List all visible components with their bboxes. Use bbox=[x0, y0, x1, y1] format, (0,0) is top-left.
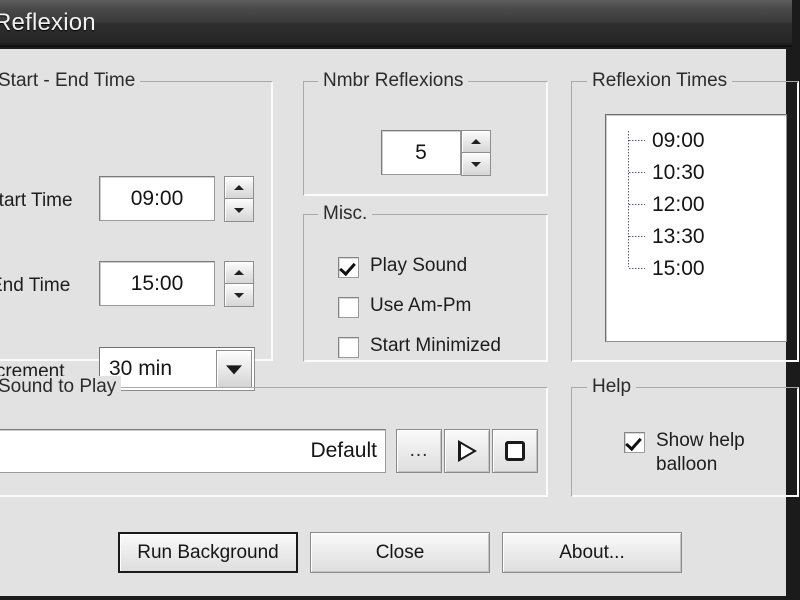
reflexion-dialog: Reflexion Start - End Time Start Time 09… bbox=[0, 0, 800, 600]
tree-item[interactable]: 15:00 bbox=[628, 253, 786, 285]
checkbox-show-help-balloon-label: Show help balloon bbox=[656, 429, 778, 477]
checkbox-play-sound-label: Play Sound bbox=[370, 254, 467, 278]
nmbr-reflexions-spinner-down[interactable] bbox=[461, 153, 491, 176]
group-legend-help: Help bbox=[587, 376, 636, 398]
end-time-spinner-down[interactable] bbox=[224, 284, 254, 307]
checkbox-play-sound-box[interactable] bbox=[338, 257, 359, 278]
increment-combobox[interactable]: 30 min bbox=[99, 347, 255, 391]
stop-square-icon bbox=[505, 441, 525, 461]
checkbox-play-sound[interactable]: Play Sound bbox=[338, 254, 467, 278]
end-time-spinner[interactable] bbox=[224, 261, 254, 307]
stop-sound-button[interactable] bbox=[492, 429, 538, 473]
tree-item-label: 13:30 bbox=[652, 225, 705, 249]
reflexion-times-tree: 09:00 10:30 12:00 13:30 15:00 bbox=[628, 125, 786, 285]
start-time-spinner[interactable] bbox=[224, 176, 254, 222]
end-time-input[interactable]: 15:00 bbox=[99, 261, 215, 306]
start-time-input[interactable]: 09:00 bbox=[99, 176, 215, 221]
checkbox-start-minimized-label: Start Minimized bbox=[370, 334, 501, 358]
group-legend-nmbr-reflexions: Nmbr Reflexions bbox=[318, 70, 468, 92]
tree-item-label: 09:00 bbox=[652, 129, 705, 153]
tree-branch-line bbox=[629, 268, 645, 269]
start-time-spinner-up[interactable] bbox=[224, 176, 254, 199]
dialog-body: Start - End Time Start Time 09:00 End Ti… bbox=[0, 49, 790, 597]
group-legend-sound-to-play: Sound to Play bbox=[0, 376, 121, 398]
tree-branch-line bbox=[629, 172, 645, 173]
reflexion-times-treeview[interactable]: 09:00 10:30 12:00 13:30 15:00 bbox=[605, 114, 787, 342]
run-background-button[interactable]: Run Background bbox=[118, 532, 298, 573]
nmbr-reflexions-input[interactable]: 5 bbox=[381, 130, 461, 175]
label-end-time: End Time bbox=[0, 275, 70, 297]
checkbox-show-help-balloon-box[interactable] bbox=[624, 432, 645, 453]
group-legend-start-end-time: Start - End Time bbox=[0, 70, 140, 92]
tree-branch-line bbox=[629, 204, 645, 205]
tree-item-label: 15:00 bbox=[652, 257, 705, 281]
group-legend-misc: Misc. bbox=[318, 203, 372, 225]
tree-item-label: 12:00 bbox=[652, 193, 705, 217]
checkbox-use-am-pm[interactable]: Use Am-Pm bbox=[338, 294, 471, 318]
tree-item[interactable]: 10:30 bbox=[628, 157, 786, 189]
start-time-spinner-down[interactable] bbox=[224, 199, 254, 222]
nmbr-reflexions-spinner[interactable] bbox=[461, 130, 491, 176]
checkbox-start-minimized-box[interactable] bbox=[338, 337, 359, 358]
sound-path-input[interactable]: Default bbox=[0, 429, 386, 473]
end-time-spinner-up[interactable] bbox=[224, 261, 254, 284]
close-button[interactable]: Close bbox=[310, 532, 490, 573]
window-titlebar[interactable]: Reflexion bbox=[0, 0, 792, 47]
tree-branch-line bbox=[629, 236, 645, 237]
tree-item[interactable]: 12:00 bbox=[628, 189, 786, 221]
group-legend-reflexion-times: Reflexion Times bbox=[587, 70, 732, 92]
about-button[interactable]: About... bbox=[502, 532, 682, 573]
checkbox-show-help-balloon[interactable]: Show help balloon bbox=[624, 429, 784, 477]
window-title: Reflexion bbox=[0, 9, 96, 37]
tree-item[interactable]: 13:30 bbox=[628, 221, 786, 253]
label-start-time: Start Time bbox=[0, 190, 73, 212]
tree-item[interactable]: 09:00 bbox=[628, 125, 786, 157]
checkbox-use-am-pm-box[interactable] bbox=[338, 297, 359, 318]
play-sound-button[interactable] bbox=[444, 429, 490, 473]
play-triangle-icon bbox=[458, 440, 477, 462]
chevron-down-icon[interactable] bbox=[216, 350, 252, 388]
tree-branch-line bbox=[629, 140, 645, 141]
checkbox-start-minimized[interactable]: Start Minimized bbox=[338, 334, 501, 358]
browse-sound-button[interactable]: ... bbox=[396, 429, 442, 473]
nmbr-reflexions-spinner-up[interactable] bbox=[461, 130, 491, 153]
tree-item-label: 10:30 bbox=[652, 161, 705, 185]
ellipsis-icon: ... bbox=[410, 446, 429, 456]
checkbox-use-am-pm-label: Use Am-Pm bbox=[370, 294, 471, 318]
